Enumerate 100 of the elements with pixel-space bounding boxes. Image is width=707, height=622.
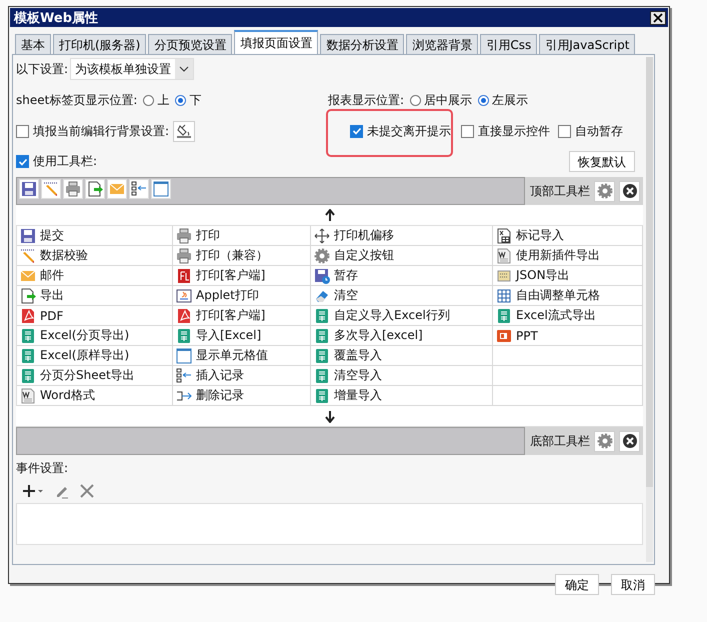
radio-label: 左展示 [492, 92, 528, 109]
radio-label: 上 [157, 92, 170, 109]
toolbar-option[interactable]: JSON导出 [516, 267, 570, 284]
toolbar-option[interactable]: 打印（兼容） [196, 247, 268, 264]
paint-bucket-button[interactable] [173, 120, 196, 142]
toolbar-option[interactable]: 显示单元格值 [196, 347, 268, 364]
close-button[interactable] [650, 10, 666, 24]
tab[interactable]: 引用Css [480, 34, 538, 54]
toolbar-option[interactable]: 标记导入 [516, 227, 564, 244]
dialog-button[interactable]: 取消 [611, 574, 655, 595]
toolbar-option[interactable]: 打印机偏移 [334, 227, 394, 244]
insert-row-icon [176, 368, 192, 384]
reset-button[interactable]: 恢复默认 [569, 151, 635, 172]
toolbar-option[interactable]: 多次导入[excel] [334, 327, 423, 344]
field-label: 以下设置: [16, 60, 68, 78]
tab[interactable]: 引用JavaScript [539, 34, 636, 54]
toolbar-option[interactable]: 清空 [334, 287, 358, 304]
radio-button[interactable] [478, 95, 490, 106]
gear-icon [314, 248, 330, 264]
spreadsheet-icon [314, 308, 330, 324]
checkbox[interactable] [350, 124, 363, 138]
insert-row-icon [129, 179, 149, 199]
arrow-down-icon[interactable] [324, 410, 334, 422]
toolbar-label: 底部工具栏 [530, 432, 590, 450]
tab[interactable]: 分页预览设置 [148, 34, 232, 54]
caret-icon [179, 66, 190, 72]
toolbar-option[interactable]: PPT [516, 328, 538, 342]
tab[interactable]: 基本 [15, 34, 51, 54]
dialog-button[interactable]: 确定 [555, 574, 599, 595]
checkbox[interactable] [461, 124, 474, 138]
pdf-icon [20, 308, 36, 324]
toolbar-option[interactable]: 自定义按钮 [334, 247, 394, 264]
toolbar-option[interactable]: 覆盖导入 [334, 347, 382, 364]
checkbox[interactable] [558, 124, 571, 138]
checkbox-label: 使用工具栏: [33, 153, 98, 170]
spreadsheet-icon [20, 368, 36, 384]
checkbox-label: 直接显示控件 [478, 122, 550, 140]
toolbar-option[interactable]: 暂存 [334, 267, 358, 284]
grid-icon [496, 288, 512, 304]
spreadsheet-icon [314, 348, 330, 364]
radio-button[interactable] [410, 95, 422, 106]
radio-button[interactable] [143, 95, 154, 106]
radio-label: 居中展示 [424, 92, 472, 109]
toolbar-option[interactable]: 使用新插件导出 [516, 247, 600, 264]
spreadsheet-icon [314, 328, 330, 344]
section-label: 事件设置: [16, 460, 70, 477]
spreadsheet-icon [20, 328, 36, 344]
toolbar-option[interactable]: 分页分Sheet导出 [40, 367, 135, 384]
tab[interactable]: 浏览器背景 [406, 34, 478, 54]
floppy-clock-icon [314, 268, 330, 284]
toolbar-option[interactable]: Applet打印 [196, 287, 259, 304]
pencil-icon [41, 179, 61, 199]
tab[interactable]: 数据分析设置 [320, 34, 404, 54]
checkbox-label: 未提交离开提示 [367, 122, 451, 140]
toolbar-option[interactable]: Excel流式导出 [516, 307, 596, 324]
toolbar-option[interactable]: 提交 [40, 227, 64, 244]
toolbar-option[interactable]: 自由调整单元格 [516, 287, 600, 304]
flash-file-icon [176, 268, 192, 284]
toolbar-option[interactable]: 增量导入 [334, 387, 382, 404]
spreadsheet-icon [314, 388, 330, 404]
pdf-icon [176, 308, 192, 324]
envelope-icon [107, 179, 127, 199]
toolbar-option[interactable]: 数据校验 [40, 247, 88, 264]
delete-icon[interactable] [80, 484, 94, 498]
toolbar-option[interactable]: 插入记录 [196, 367, 244, 384]
spreadsheet-icon [314, 368, 330, 384]
document-icon [496, 248, 512, 264]
toolbar-option[interactable]: PDF [40, 308, 64, 322]
document-icon [20, 388, 36, 404]
tab[interactable]: 打印机(服务器) [53, 34, 146, 54]
toolbar-option[interactable]: 打印 [196, 227, 220, 244]
toolbar-option[interactable]: 自定义导入Excel行列 [334, 307, 450, 324]
settings-button[interactable] [594, 430, 615, 452]
checkbox[interactable] [16, 155, 29, 168]
toolbar-option[interactable]: Excel(分页导出) [40, 327, 130, 344]
toolbar-option[interactable]: 打印[客户端] [196, 307, 266, 324]
toolbar-option[interactable]: 邮件 [40, 267, 64, 284]
arrow-up-icon[interactable] [324, 208, 334, 222]
toolbar-option[interactable]: Word格式 [40, 387, 95, 404]
checkbox[interactable] [16, 124, 29, 138]
scrollbar-thumb[interactable] [646, 57, 653, 487]
radio-button[interactable] [175, 95, 186, 106]
move-icon [314, 228, 330, 244]
settings-button[interactable] [594, 180, 615, 202]
toolbar-option[interactable]: 删除记录 [196, 387, 244, 404]
settings-icon [596, 433, 612, 449]
spreadsheet-icon [20, 348, 36, 364]
slides-icon [496, 328, 512, 344]
export-icon [85, 179, 105, 199]
checkbox-label: 填报当前编辑行背景设置: [33, 122, 170, 140]
json-file-icon [496, 268, 512, 284]
toolbar-option[interactable]: 清空导入 [334, 367, 382, 384]
toolbar-option[interactable]: 导出 [40, 287, 64, 304]
scope-dropdown[interactable]: 为该模板单独设置 [70, 58, 194, 80]
toolbar-option[interactable]: Excel(原样导出) [40, 347, 130, 364]
tab[interactable]: 填报页面设置 [234, 30, 318, 54]
add-icon[interactable] [22, 484, 44, 498]
toolbar-option[interactable]: 导入[Excel] [196, 327, 262, 344]
spreadsheet-icon [496, 308, 512, 324]
toolbar-option[interactable]: 打印[客户端] [196, 267, 266, 284]
